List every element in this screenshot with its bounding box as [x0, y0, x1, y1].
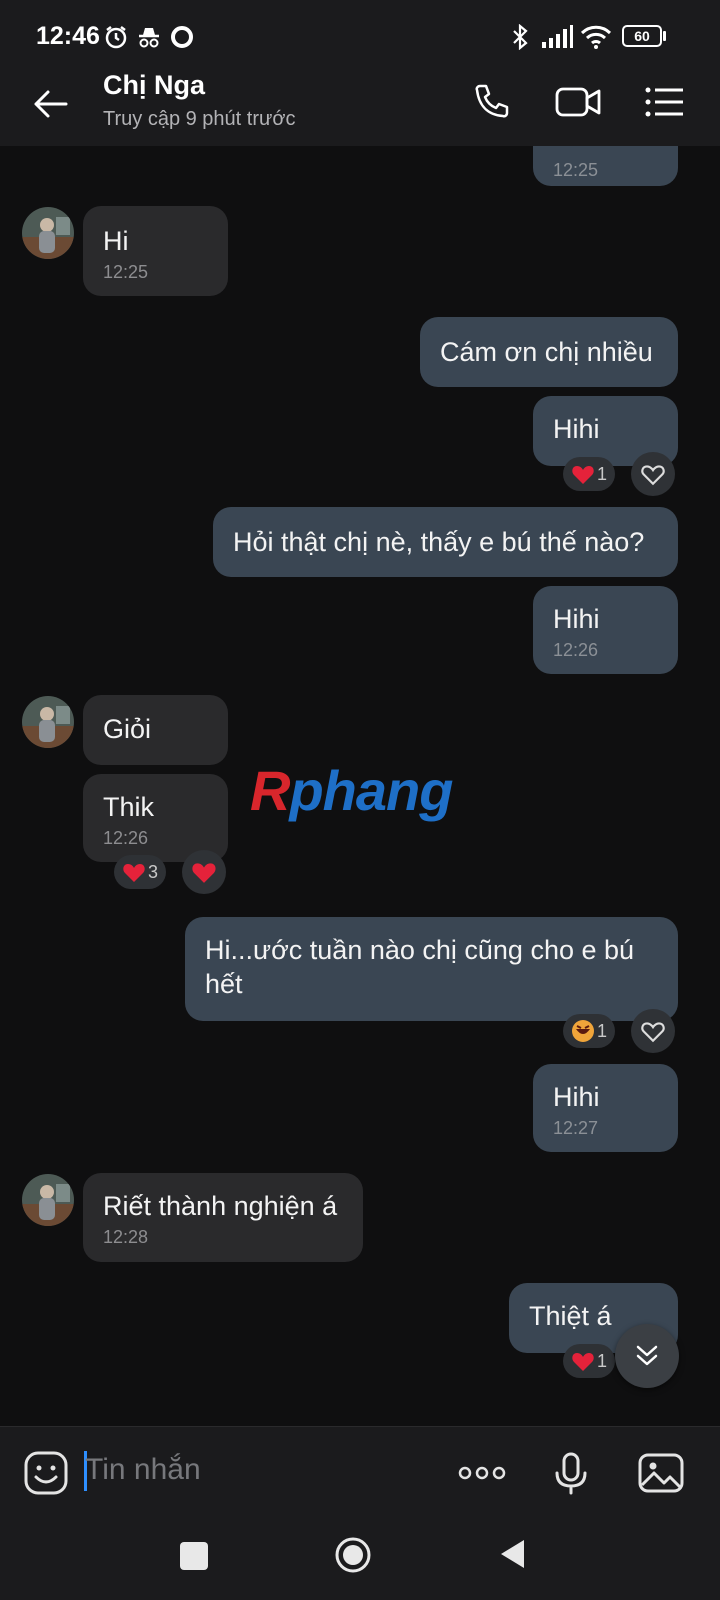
- message-bubble-outgoing[interactable]: Hihi 12:27: [533, 1064, 678, 1152]
- message-text: Giỏi: [103, 714, 152, 744]
- message-time: 12:26: [553, 640, 599, 660]
- message-text: Hihi: [553, 1082, 600, 1112]
- battery-icon: 60: [622, 25, 662, 47]
- double-chevron-down-icon: [636, 1345, 658, 1366]
- watermark-part1: R: [250, 759, 290, 822]
- system-navigation-bar: [0, 1516, 720, 1600]
- menu-list-icon[interactable]: [642, 80, 686, 124]
- message-bubble-outgoing[interactable]: Hi...ước tuần nào chị cũng cho e bú hết: [185, 917, 678, 1021]
- recent-apps-button[interactable]: [180, 1542, 208, 1570]
- message-text: Cám ơn chị nhiều: [440, 337, 653, 367]
- bluetooth-icon: [513, 24, 528, 50]
- heart-reaction-icon: [572, 466, 594, 484]
- message-time: 12:25: [553, 160, 599, 180]
- battery-level: 60: [634, 28, 650, 44]
- message-bubble-outgoing[interactable]: Cám ơn chị nhiều: [420, 317, 678, 387]
- react-button[interactable]: [631, 1009, 675, 1053]
- signal-icon: [542, 25, 573, 48]
- react-button[interactable]: [182, 850, 226, 894]
- heart-reaction-icon: [123, 864, 145, 882]
- alarm-icon: [105, 26, 127, 49]
- message-text: Hỏi thật chị nè, thấy e bú thế nào?: [233, 527, 645, 557]
- message-text: Hihi: [553, 604, 600, 634]
- microphone-icon[interactable]: [547, 1449, 595, 1497]
- home-button[interactable]: [334, 1536, 372, 1574]
- heart-filled-icon: [192, 863, 216, 883]
- message-bubble-outgoing[interactable]: 12:25: [533, 146, 678, 186]
- message-text: Hihi: [553, 414, 600, 444]
- message-time: 12:26: [103, 828, 149, 848]
- incognito-icon: [139, 28, 159, 48]
- message-bubble-incoming[interactable]: Riết thành nghiện á 12:28: [83, 1173, 363, 1262]
- video-call-icon[interactable]: [554, 80, 604, 124]
- scroll-to-bottom-button[interactable]: [615, 1324, 679, 1388]
- message-text: Thik: [103, 792, 155, 822]
- sticker-emoji-icon[interactable]: [22, 1449, 70, 1497]
- reaction-badge[interactable]: 3: [114, 855, 167, 889]
- message-text-line2: hết: [205, 969, 243, 999]
- reaction-count: 3: [148, 861, 159, 882]
- message-input[interactable]: Tin nhắn: [85, 1453, 201, 1487]
- message-composer: Tin nhắn: [0, 1426, 720, 1516]
- back-arrow-icon[interactable]: [30, 84, 70, 124]
- message-time: 12:28: [103, 1227, 149, 1247]
- heart-reaction-icon: [572, 1353, 594, 1371]
- watermark-logo: Rphang: [250, 758, 453, 823]
- react-button[interactable]: [631, 452, 675, 496]
- image-gallery-icon[interactable]: [636, 1449, 686, 1497]
- message-bubble-incoming[interactable]: Hi 12:25: [83, 206, 228, 296]
- wifi-icon: [580, 25, 612, 49]
- message-bubble-incoming[interactable]: Giỏi: [83, 695, 228, 765]
- reaction-count: 1: [597, 463, 608, 484]
- message-text-line1: Hi...ước tuần nào chị cũng cho e bú: [205, 935, 635, 965]
- contact-last-seen: Truy cập 9 phút trước: [103, 108, 296, 130]
- battery-tip: [663, 31, 666, 41]
- contact-name[interactable]: Chị Nga: [103, 70, 205, 101]
- laugh-reaction-icon: [572, 1020, 594, 1042]
- status-time: 12:46: [36, 22, 100, 50]
- reaction-count: 1: [597, 1020, 608, 1041]
- voice-call-icon[interactable]: [470, 80, 514, 124]
- reaction-badge[interactable]: 1: [563, 1014, 616, 1048]
- message-text: Riết thành nghiện á: [103, 1191, 338, 1221]
- chat-header: Chị Nga Truy cập 9 phút trước: [0, 60, 720, 146]
- reaction-badge[interactable]: 1: [563, 457, 616, 491]
- message-bubble-incoming[interactable]: Thik 12:26: [83, 774, 228, 862]
- reaction-badge[interactable]: 1: [563, 1344, 616, 1378]
- status-bar: 12:46 60: [0, 0, 720, 60]
- circle-status-icon: [171, 26, 193, 48]
- message-bubble-outgoing[interactable]: Hihi 12:26: [533, 586, 678, 674]
- reaction-count: 1: [597, 1350, 608, 1371]
- watermark-part2: phang: [289, 759, 453, 822]
- message-time: 12:25: [103, 262, 149, 282]
- more-options-icon[interactable]: [456, 1449, 508, 1497]
- heart-outline-icon: [641, 465, 665, 486]
- message-text: Hi: [103, 226, 129, 256]
- contact-avatar[interactable]: [22, 207, 74, 259]
- contact-avatar[interactable]: [22, 696, 74, 748]
- back-button[interactable]: [498, 1538, 526, 1570]
- chat-messages[interactable]: 12:25 Hi 12:25 Cám ơn chị nhiều Hihi 1 H…: [0, 146, 720, 1426]
- message-bubble-outgoing[interactable]: Hỏi thật chị nè, thấy e bú thế nào?: [213, 507, 678, 577]
- contact-avatar[interactable]: [22, 1174, 74, 1226]
- message-time: 12:27: [553, 1118, 599, 1138]
- heart-outline-icon: [641, 1022, 665, 1043]
